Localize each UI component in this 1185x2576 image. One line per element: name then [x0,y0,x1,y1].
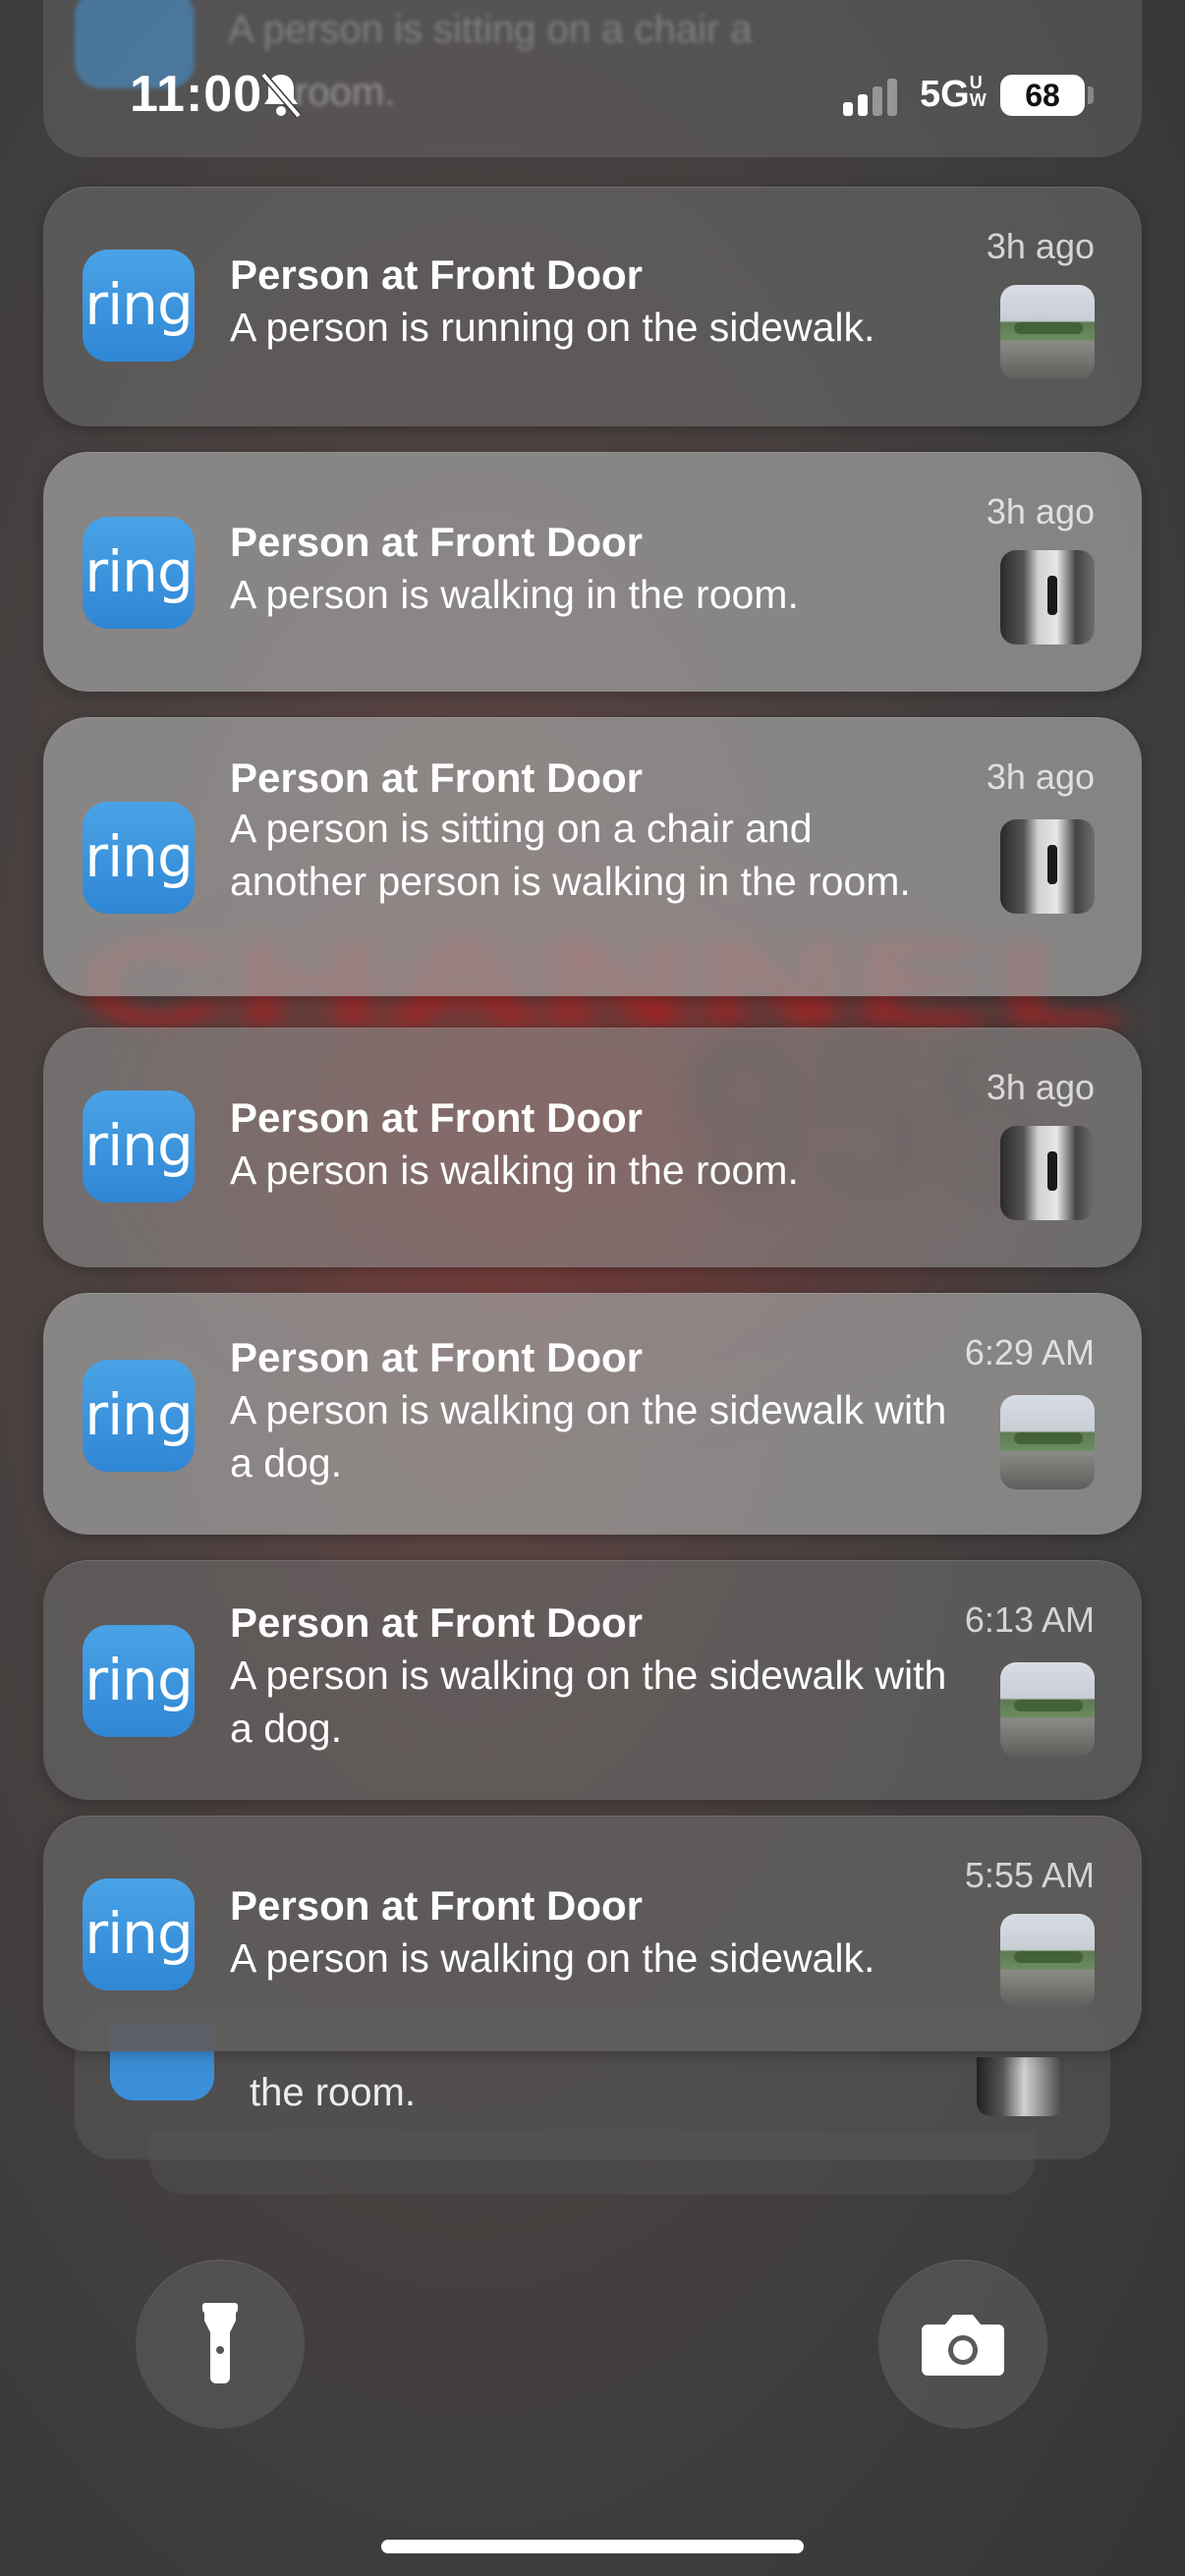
ring-app-icon: ring [83,802,195,914]
notification-card[interactable]: ring Person at Front Door A person is wa… [43,1816,1142,2051]
stacked-notification-body: the room. [250,2071,416,2114]
network-type: 5GUW [920,74,991,116]
notification-thumbnail [1000,285,1095,379]
notification-time: 6:29 AM [964,1332,1095,1372]
notification-title: Person at Front Door [230,519,644,565]
notification-body: A person is walking on the sidewalk with… [230,1387,947,1485]
notification-title: Person at Front Door [230,1094,644,1141]
notification-title: Person at Front Door [230,755,644,801]
ring-app-icon: ring [83,250,195,362]
notification-thumbnail [1000,1914,1095,2008]
notification-card[interactable]: ring Person at Front Door A person is si… [43,717,1142,996]
notification-card[interactable]: ring Person at Front Door A person is ru… [43,187,1142,426]
notification-body: A person is running on the sidewalk. [230,305,875,350]
notification-time: 3h ago [986,1067,1095,1107]
bell-slash-icon [260,72,302,119]
notification-thumbnail [1000,550,1095,644]
notification-body: A person is sitting on a chair and anoth… [230,806,911,904]
flashlight-icon [202,2303,238,2383]
notification-card[interactable]: ring Person at Front Door A person is wa… [43,1028,1142,1267]
notification-thumbnail [1000,1662,1095,1757]
notification-thumbnail [1000,1395,1095,1489]
notification-body: A person is walking in the room. [230,572,799,617]
camera-button[interactable] [878,2260,1047,2429]
notification-time: 3h ago [986,756,1095,797]
notification-title: Person at Front Door [230,1599,644,1646]
cellular-signal-icon [843,79,897,116]
notification-time: 5:55 AM [964,1855,1095,1895]
notification-card[interactable]: ring Person at Front Door A person is wa… [43,1560,1142,1800]
ring-app-icon: ring [83,517,195,629]
notification-title: Person at Front Door [230,1334,644,1380]
status-bar: 11:00 5GUW 68 [0,0,1185,196]
notification-title: Person at Front Door [230,252,644,298]
ring-app-icon: ring [83,1878,195,1990]
notification-body: A person is walking in the room. [230,1148,799,1193]
flashlight-button[interactable] [136,2260,305,2429]
ring-app-icon: ring [83,1625,195,1737]
notification-card[interactable]: ring Person at Front Door A person is wa… [43,1293,1142,1535]
notification-card[interactable]: ring Person at Front Door A person is wa… [43,452,1142,692]
ring-app-icon: ring [83,1091,195,1203]
stacked-notification-thumbnail [977,2057,1063,2116]
notification-thumbnail [1000,819,1095,914]
notification-title: Person at Front Door [230,1882,644,1929]
notification-time: 3h ago [986,226,1095,266]
ring-app-icon: ring [83,1360,195,1472]
notification-body: A person is walking on the sidewalk. [230,1935,875,1981]
notification-thumbnail [1000,1126,1095,1220]
notification-body: A person is walking on the sidewalk with… [230,1652,947,1751]
battery-cap [1088,86,1094,104]
battery-icon: 68 [1000,75,1085,116]
clock: 11:00 [130,66,263,123]
home-indicator[interactable] [381,2540,804,2553]
notification-time: 3h ago [986,491,1095,532]
camera-icon [922,2315,1004,2376]
network-superscript: UW [969,73,987,110]
notification-time: 6:13 AM [964,1599,1095,1640]
network-label: 5G [920,74,970,115]
